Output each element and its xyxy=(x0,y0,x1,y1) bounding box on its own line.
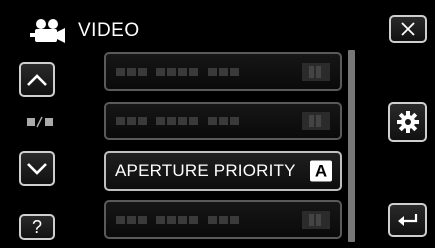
menu-item-aperture-priority[interactable]: APERTURE PRIORITY A xyxy=(104,151,342,191)
help-button[interactable]: ? xyxy=(19,214,55,240)
scroll-up-button[interactable] xyxy=(19,62,55,97)
chevron-up-icon xyxy=(27,73,47,86)
scroll-down-button[interactable] xyxy=(19,151,55,186)
value-indicator-icon xyxy=(302,112,330,130)
menu-item-blurred-2[interactable] xyxy=(104,102,342,140)
return-button[interactable] xyxy=(388,203,427,237)
menu-scrollbar[interactable] xyxy=(348,50,355,242)
return-icon xyxy=(397,214,417,226)
help-label: ? xyxy=(31,217,42,237)
aperture-mode-badge: A xyxy=(310,160,332,182)
blurred-label-placeholder xyxy=(116,67,239,76)
menu-header: VIDEO xyxy=(30,14,140,48)
blurred-label-placeholder xyxy=(116,117,239,125)
menu-item-label: APERTURE PRIORITY xyxy=(115,161,296,180)
video-camera-icon xyxy=(30,19,65,43)
camera-menu-screen: VIDEO ? APERTURE PRIORITY A xyxy=(0,0,435,248)
menu-item-blurred-3[interactable] xyxy=(104,200,342,239)
chevron-down-icon xyxy=(27,162,47,175)
page-indicator-icon xyxy=(27,116,53,128)
gear-icon xyxy=(396,111,419,133)
settings-button[interactable] xyxy=(388,102,427,142)
aperture-mode-letter: A xyxy=(314,161,328,181)
menu-item-blurred-1[interactable] xyxy=(104,52,342,91)
menu-title: VIDEO xyxy=(78,20,140,41)
close-button[interactable] xyxy=(389,15,427,43)
blurred-label-placeholder xyxy=(116,215,239,224)
value-indicator-icon xyxy=(302,210,330,229)
value-indicator-icon xyxy=(302,62,330,81)
close-icon xyxy=(401,22,415,36)
